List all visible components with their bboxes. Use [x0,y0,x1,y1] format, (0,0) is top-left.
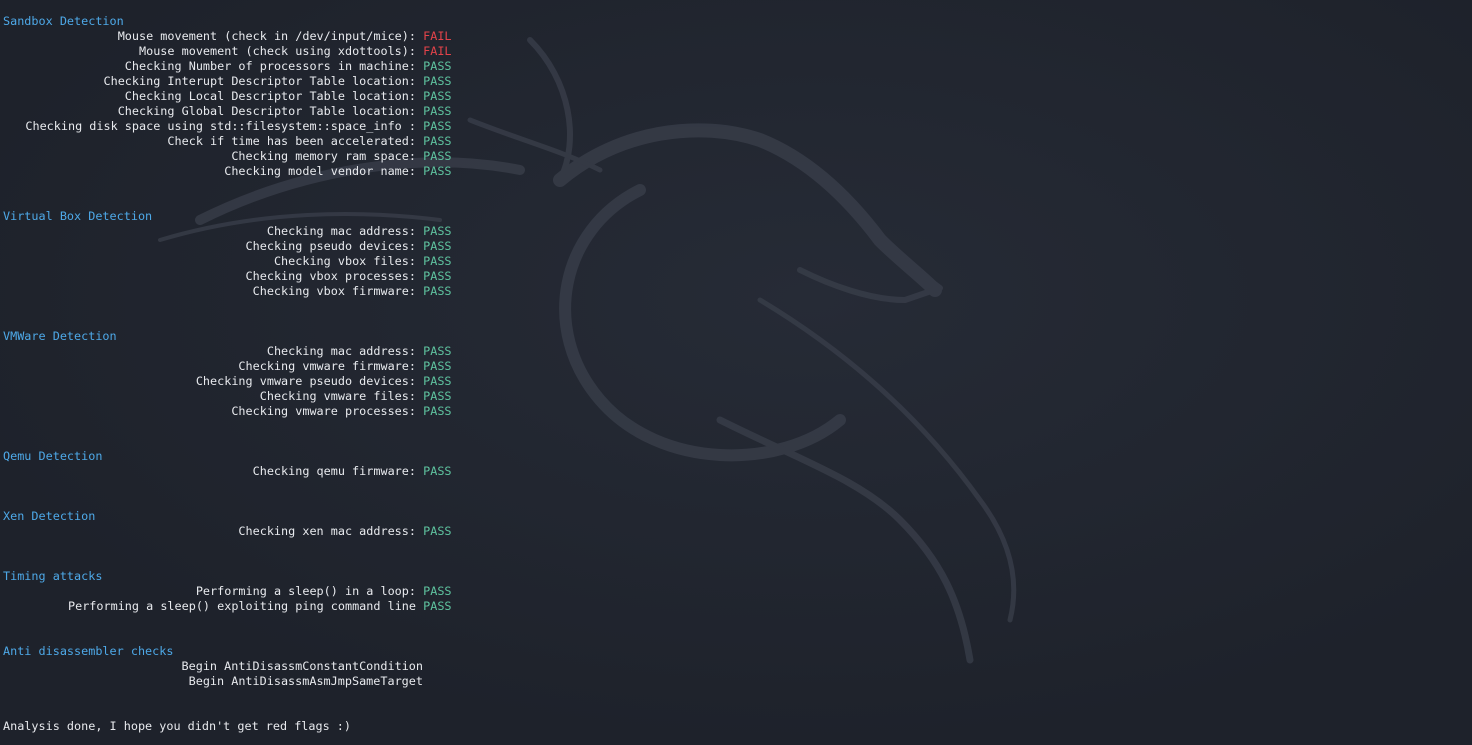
section-header-xen: Xen Detection [3,509,96,523]
terminal-output: Sandbox Detection Mouse movement (check … [3,14,1463,734]
status-pass: PASS [423,59,452,73]
check-row: Checking mac address: PASS [3,344,1463,359]
section-header-vmware: VMWare Detection [3,329,117,343]
check-row: Checking vmware pseudo devices: PASS [3,374,1463,389]
check-label: Checking vmware pseudo devices: [195,374,416,388]
check-label: Checking Number of processors in machine… [124,59,416,73]
check-label: Checking Global Descriptor Table locatio… [117,104,416,118]
analysis-summary: Analysis done, I hope you didn't get red… [3,719,352,733]
status-pass: PASS [423,284,452,298]
section-header-sandbox: Sandbox Detection [3,14,124,28]
status-pass: PASS [423,74,452,88]
status-fail: FAIL [423,44,452,58]
check-row: Checking Local Descriptor Table location… [3,89,1463,104]
status-pass: PASS [423,464,452,478]
status-pass: PASS [423,374,452,388]
status-pass: PASS [423,89,452,103]
check-label: Checking memory ram space: [231,149,416,163]
status-pass: PASS [423,359,452,373]
status-pass: PASS [423,389,452,403]
check-label: Mouse movement (check using xdottools): [139,44,416,58]
check-label: Checking Local Descriptor Table location… [124,89,416,103]
check-row: Performing a sleep() exploiting ping com… [3,599,1463,614]
check-row: Check if time has been accelerated: PASS [3,134,1463,149]
status-pass: PASS [423,344,452,358]
check-row: Checking model vendor name: PASS [3,164,1463,179]
check-label: Checking vbox processes: [245,269,416,283]
check-row: Checking vbox files: PASS [3,254,1463,269]
section-header-timing: Timing attacks [3,569,103,583]
check-row: Checking vmware processes: PASS [3,404,1463,419]
check-row: Checking Global Descriptor Table locatio… [3,104,1463,119]
check-row: Mouse movement (check using xdottools): … [3,44,1463,59]
check-label: Checking mac address: [266,224,416,238]
check-row: Checking xen mac address: PASS [3,524,1463,539]
status-pass: PASS [423,149,452,163]
section-header-virtualbox: Virtual Box Detection [3,209,153,223]
check-row: Checking pseudo devices: PASS [3,239,1463,254]
status-pass: PASS [423,134,452,148]
section-header-anti-disassembler: Anti disassembler checks [3,644,174,658]
check-row: Checking memory ram space: PASS [3,149,1463,164]
check-label: Mouse movement (check in /dev/input/mice… [117,29,416,43]
check-label: Checking Interupt Descriptor Table locat… [103,74,416,88]
status-pass: PASS [423,599,452,613]
check-row: Checking qemu firmware: PASS [3,464,1463,479]
check-label: Checking model vendor name: [224,164,416,178]
check-row: Checking Number of processors in machine… [3,59,1463,74]
check-label: Checking vbox files: [273,254,416,268]
check-row: Checking vbox firmware: PASS [3,284,1463,299]
check-label: Checking vmware processes: [231,404,416,418]
check-label: Checking pseudo devices: [245,239,416,253]
check-row: Checking vmware files: PASS [3,389,1463,404]
status-fail: FAIL [423,29,452,43]
check-label: Checking vmware files: [259,389,416,403]
status-pass: PASS [423,254,452,268]
check-row: Checking Interupt Descriptor Table locat… [3,74,1463,89]
check-row: Checking mac address: PASS [3,224,1463,239]
log-line: Begin AntiDisassmConstantCondition [3,659,1463,674]
status-pass: PASS [423,119,452,133]
status-pass: PASS [423,164,452,178]
section-header-qemu: Qemu Detection [3,449,103,463]
check-row: Performing a sleep() in a loop: PASS [3,584,1463,599]
check-label: Performing a sleep() exploiting ping com… [67,599,416,613]
check-label: Checking disk space using std::filesyste… [25,119,416,133]
check-row: Checking disk space using std::filesyste… [3,119,1463,134]
log-line: Begin AntiDisassmAsmJmpSameTarget [3,674,1463,689]
check-row: Mouse movement (check in /dev/input/mice… [3,29,1463,44]
check-label: Checking qemu firmware: [252,464,416,478]
check-label: Checking xen mac address: [238,524,416,538]
check-row: Checking vmware firmware: PASS [3,359,1463,374]
check-label: Check if time has been accelerated: [167,134,416,148]
status-pass: PASS [423,269,452,283]
status-pass: PASS [423,104,452,118]
log-text: Begin AntiDisassmConstantCondition [181,659,423,673]
log-text: Begin AntiDisassmAsmJmpSameTarget [188,674,423,688]
status-pass: PASS [423,404,452,418]
status-pass: PASS [423,224,452,238]
check-label: Checking vbox firmware: [252,284,416,298]
check-label: Performing a sleep() in a loop: [195,584,416,598]
status-pass: PASS [423,584,452,598]
status-pass: PASS [423,524,452,538]
status-pass: PASS [423,239,452,253]
check-label: Checking vmware firmware: [238,359,416,373]
check-label: Checking mac address: [266,344,416,358]
check-row: Checking vbox processes: PASS [3,269,1463,284]
